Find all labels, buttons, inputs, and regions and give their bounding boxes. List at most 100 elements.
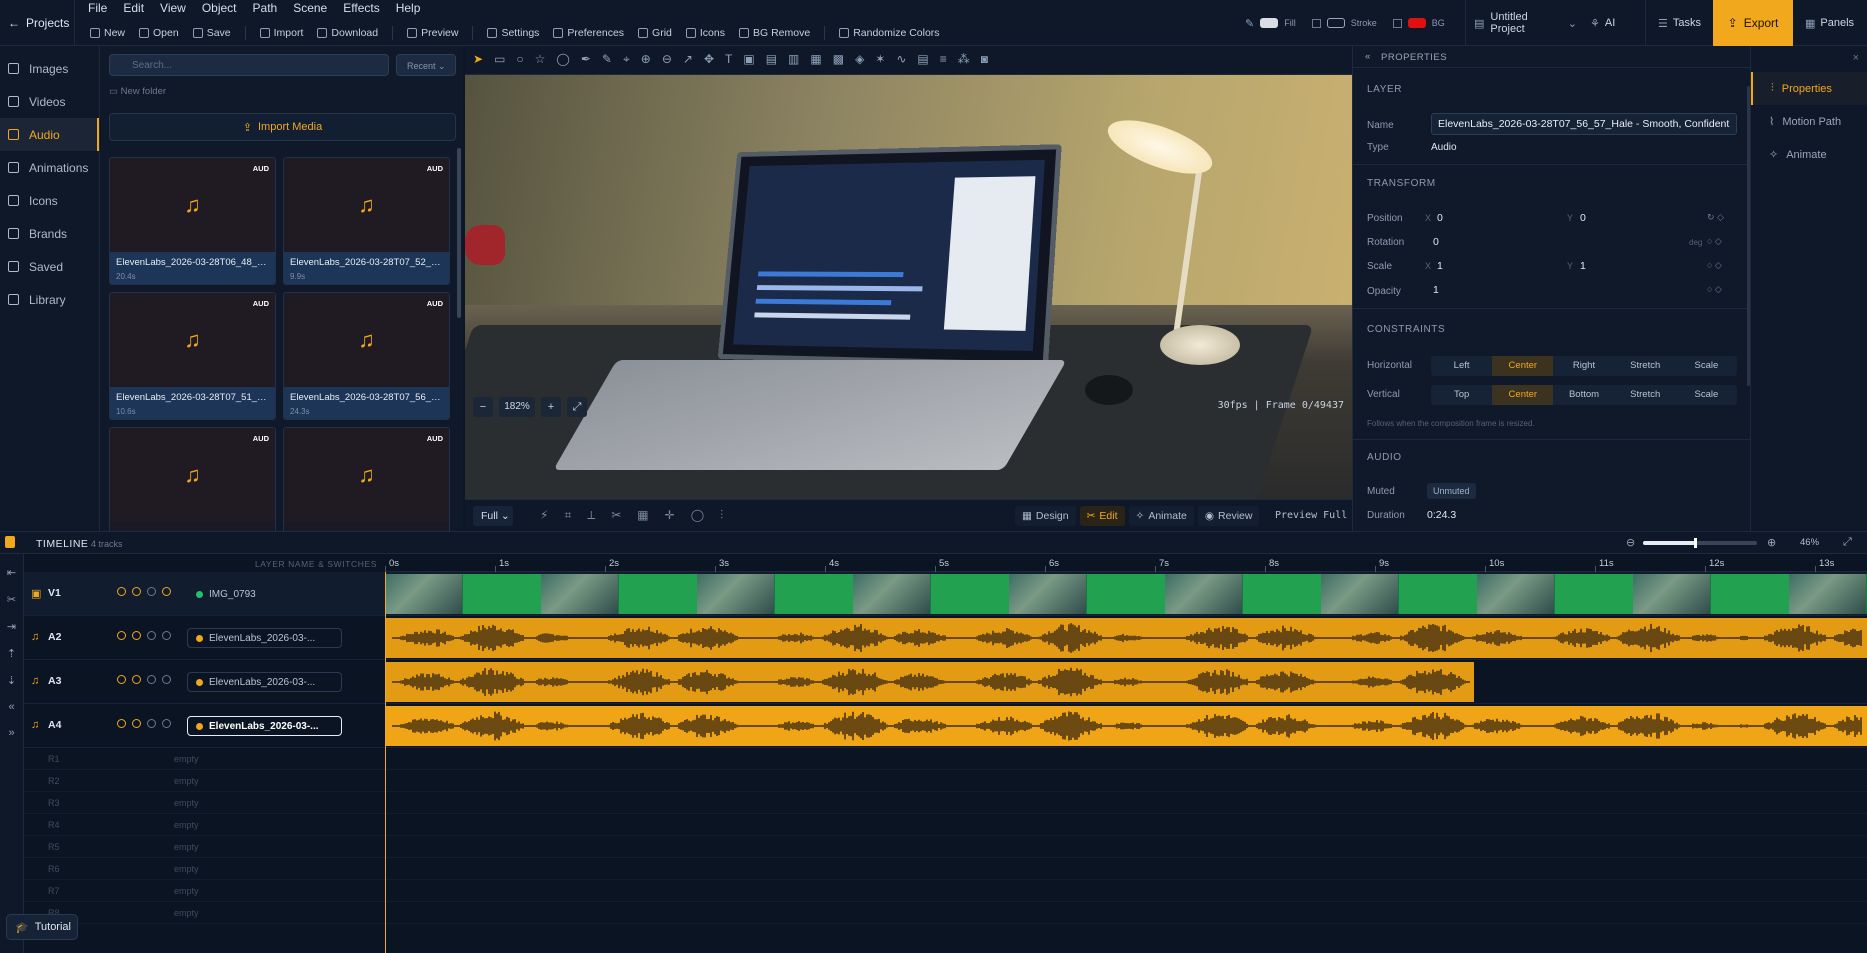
v-bottom[interactable]: Bottom [1553,385,1614,405]
audio-clip[interactable] [385,662,1474,702]
lock-icon[interactable] [162,719,171,728]
menu-view[interactable]: View [160,0,186,16]
trim-icon[interactable]: ✂ [611,508,621,523]
playhead[interactable] [385,572,386,953]
nav-videos[interactable]: Videos [0,85,99,118]
remove-point-icon[interactable]: ⊖ [662,52,672,67]
quality-select[interactable]: Full ⌄ [473,506,513,526]
menu-file[interactable]: File [88,0,107,16]
pulse-icon[interactable]: ∿ [896,52,906,67]
open-button[interactable]: Open [139,27,179,39]
record-icon[interactable]: ◯ [691,508,704,523]
preferences-button[interactable]: Preferences [553,27,624,39]
track-a4[interactable]: ♫ A4 ElevenLabs_2026-03-... [24,704,1867,748]
grid-overlay-icon[interactable]: ▦ [637,508,648,523]
video-tool-icon[interactable]: ▤ [766,52,777,67]
group-icon[interactable]: ⁂ [958,52,970,67]
center-icon[interactable]: ✛ [665,508,675,523]
position-x-input[interactable]: 0 [1437,212,1443,224]
add-point-icon[interactable]: ⊕ [641,52,651,67]
speaker-icon[interactable] [132,675,141,684]
v-stretch[interactable]: Stretch [1615,385,1676,405]
audio-clip[interactable] [385,706,1867,746]
panel-animate[interactable]: ✧ Animate [1751,138,1867,171]
select-tool-icon[interactable]: ➤ [473,52,483,67]
collapse-icon[interactable]: « [1365,51,1371,62]
eyedropper-icon[interactable]: ✎ [1245,17,1254,30]
tutorial-button[interactable]: 🎓 Tutorial [6,914,78,940]
panel-properties[interactable]: ⫶ Properties [1751,72,1867,105]
track-clip-label[interactable]: IMG_0793 [187,584,342,604]
eye-icon[interactable] [117,631,126,640]
collapse-left-icon[interactable]: « [8,701,14,713]
scissors-icon[interactable]: ✂ [7,593,16,606]
save-button[interactable]: Save [192,27,231,39]
eye-icon[interactable] [117,719,126,728]
solo-icon[interactable] [147,631,156,640]
track-v1[interactable]: ▣ V1 IMG_0793 [24,572,1867,616]
media-card[interactable]: ♫ AUD [109,427,276,534]
rectangle-tool-icon[interactable]: ▭ [494,52,505,67]
circle-tool-icon[interactable]: ◯ [556,52,569,67]
media-card[interactable]: ♫ AUD [283,427,450,534]
list-icon[interactable]: ≡ [940,52,947,67]
track-a2[interactable]: ♫ A2 ElevenLabs_2026-03-... [24,616,1867,660]
empty-track-row[interactable]: R5 empty [24,836,1867,858]
h-left[interactable]: Left [1431,356,1492,376]
lock-icon[interactable] [162,675,171,684]
media-scrollbar[interactable] [457,148,461,318]
empty-track-row[interactable]: R1 empty [24,748,1867,770]
curve-tool-icon[interactable]: ↗ [683,52,693,67]
mode-review[interactable]: ◉ Review [1197,506,1260,526]
v-top[interactable]: Top [1431,385,1492,405]
text-tool-icon[interactable]: T [725,52,732,67]
image-tool-icon[interactable]: ▣ [743,52,754,67]
waveform-icon[interactable]: ⫶ [720,508,723,523]
zoom-in-button[interactable]: + [541,397,561,417]
empty-track-row[interactable]: R4 empty [24,814,1867,836]
nav-brands[interactable]: Brands [0,217,99,250]
track-clip-label[interactable]: ElevenLabs_2026-03-... [187,672,342,692]
empty-track-row[interactable]: R3 empty [24,792,1867,814]
icons-button[interactable]: Icons [685,27,725,39]
new-button[interactable]: New [90,27,125,39]
panel-motion-path[interactable]: ⌇ Motion Path [1751,105,1867,138]
track-clip-label[interactable]: ElevenLabs_2026-03-... [187,628,342,648]
h-scale[interactable]: Scale [1676,356,1737,376]
crop-icon[interactable]: ⌗ [564,508,571,523]
randomize-colors-button[interactable]: Randomize Colors [839,27,940,39]
empty-track-row[interactable]: R6 empty [24,858,1867,880]
star-tool-icon[interactable]: ☆ [535,52,546,67]
speaker-icon[interactable] [132,587,141,596]
preview-button[interactable]: Preview [407,27,458,39]
video-clip[interactable] [385,574,1867,614]
node-tool-icon[interactable]: ⌖ [623,52,630,67]
mode-design[interactable]: ▦ Design [1015,506,1076,526]
table-icon[interactable]: ▦ [810,52,821,67]
preview-full-button[interactable]: Preview Full [1275,510,1347,521]
search-input[interactable]: Search... [109,54,389,76]
audio-clip[interactable] [385,618,1867,658]
h-right[interactable]: Right [1553,356,1614,376]
canvas-viewport[interactable]: − 182% + ⤢ 30fps | Frame 0/49437 [465,75,1352,499]
ai-button[interactable]: ⚘ AI [1590,0,1615,46]
solo-icon[interactable] [147,719,156,728]
bg-remove-button[interactable]: BG Remove [739,27,810,39]
media-card[interactable]: ♫ AUD ElevenLabs_2026-03-28T07_52_19_...… [283,157,450,285]
expand-right-icon[interactable]: » [8,727,14,739]
cube-icon[interactable]: ◈ [855,52,864,67]
menu-scene[interactable]: Scene [293,0,327,16]
rotation-input[interactable]: 0 [1433,236,1439,248]
sort-select[interactable]: Recent ⌄ [396,54,456,76]
time-ruler[interactable]: 0s 1s 2s 3s 4s 5s 6s 7s 8s 9s 10s 11s 12s 13s [385,554,1867,572]
pen-tool-icon[interactable]: ✒ [581,52,591,67]
keyframe-icon[interactable]: ○ ◇ [1707,260,1722,271]
layer-name-field[interactable]: ElevenLabs_2026-03-28T07_56_57_Hale - Sm… [1431,113,1737,135]
bg-swatch[interactable] [1407,18,1426,28]
media-card[interactable]: ♫ AUD ElevenLabs_2026-03-28T07_51_02_...… [109,292,276,420]
nav-icons[interactable]: Icons [0,184,99,217]
ellipse-tool-icon[interactable]: ○ [516,52,523,67]
panels-button[interactable]: ▦ Panels [1805,0,1854,46]
move-down-icon[interactable]: ⇣ [7,674,16,687]
nav-images[interactable]: Images [0,52,99,85]
